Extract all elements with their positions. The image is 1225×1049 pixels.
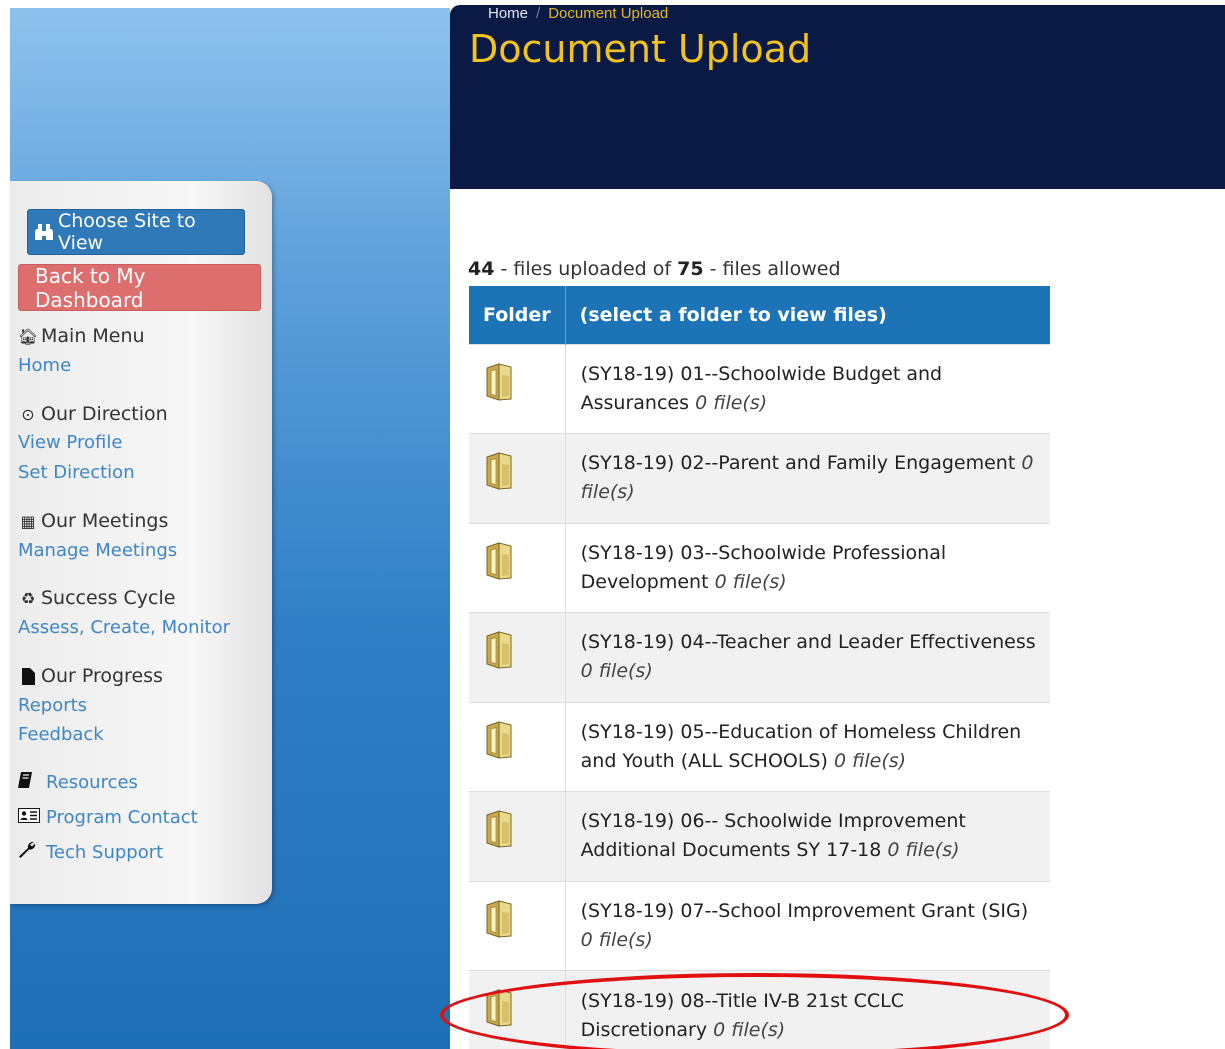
breadcrumb-separator: / — [536, 5, 541, 22]
folder-name-cell[interactable]: (SY18-19) 05--Education of Homeless Chil… — [565, 701, 1050, 792]
choose-site-label: Choose Site to View — [58, 210, 196, 254]
sidebar-link-assess-create-monitor[interactable]: Assess, Create, Monitor — [18, 617, 230, 638]
files-allowed-count: 75 — [677, 258, 704, 280]
home-icon: 🏠︎ — [17, 326, 39, 346]
table-row[interactable]: (SY18-19) 05--Education of Homeless Chil… — [469, 701, 1050, 792]
sidebar-link-program-contact[interactable]: Program Contact — [18, 807, 198, 828]
folder-name-cell[interactable]: (SY18-19) 07--School Improvement Grant (… — [565, 880, 1050, 971]
table-header-row: Folder (select a folder to view files) — [469, 286, 1050, 344]
folder-icon[interactable] — [485, 541, 565, 580]
section-title: Our Progress — [41, 665, 163, 687]
folder-name[interactable]: (SY18-19) 05--Education of Homeless Chil… — [581, 721, 1022, 772]
table-row[interactable]: (SY18-19) 07--School Improvement Grant (… — [469, 880, 1050, 971]
folder-file-count: 0 file(s) — [833, 749, 907, 772]
table-row[interactable]: (SY18-19) 04--Teacher and Leader Effecti… — [469, 612, 1050, 702]
section-title: Main Menu — [41, 325, 145, 347]
recycle-icon: ♻ — [20, 588, 36, 608]
folder-file-count: 0 file(s) — [580, 660, 653, 683]
column-header-folder: Folder — [469, 286, 566, 344]
wrench-icon — [18, 840, 46, 862]
folder-file-count: 0 file(s) — [695, 391, 768, 414]
folder-cell[interactable] — [469, 612, 566, 702]
files-allowed-text: - files allowed — [703, 258, 841, 280]
folder-name-cell[interactable]: (SY18-19) 01--Schoolwide Budget and Assu… — [565, 343, 1050, 434]
folder-icon[interactable] — [485, 631, 565, 669]
compass-icon: ⊙ — [21, 404, 35, 424]
folder-file-count: 0 file(s) — [887, 839, 960, 862]
folder-cell[interactable] — [469, 791, 566, 881]
section-title: Our Direction — [41, 403, 168, 425]
table-row[interactable]: (SY18-19) 03--Schoolwide Professional De… — [469, 522, 1050, 613]
sidebar-link-reports[interactable]: Reports — [18, 695, 87, 716]
folder-name[interactable]: (SY18-19) 04--Teacher and Leader Effecti… — [581, 631, 1036, 653]
files-uploaded-count: 44 — [468, 258, 495, 280]
folder-name[interactable]: (SY18-19) 07--School Improvement Grant (… — [581, 900, 1029, 922]
folder-cell[interactable] — [469, 343, 566, 434]
contact-card-icon — [18, 808, 46, 827]
section-our-direction: ⊙ Our Direction — [18, 403, 168, 425]
folder-file-count: 0 file(s) — [713, 1018, 786, 1041]
table-body: (SY18-19) 01--Schoolwide Budget and Assu… — [469, 343, 1050, 1049]
sidebar-link-set-direction[interactable]: Set Direction — [18, 462, 135, 483]
folder-icon[interactable] — [485, 720, 565, 759]
folder-file-count: 0 file(s) — [580, 928, 653, 951]
table-row[interactable]: (SY18-19) 02--Parent and Family Engageme… — [469, 433, 1050, 523]
sidebar: Choose Site to View Back to My Dashboard… — [10, 181, 272, 904]
folder-icon[interactable] — [485, 989, 565, 1027]
section-our-progress: Our Progress — [18, 665, 163, 687]
section-main-menu: 🏠︎ Main Menu — [18, 325, 145, 347]
calendar-icon: ▦ — [20, 511, 36, 531]
file-count-summary: 44 - files uploaded of 75 - files allowe… — [468, 258, 841, 280]
column-header-select: (select a folder to view files) — [565, 286, 1050, 344]
breadcrumb-home[interactable]: Home — [488, 5, 528, 22]
files-uploaded-text: - files uploaded of — [494, 258, 678, 280]
page-margin — [0, 0, 10, 1049]
table-row[interactable]: (SY18-19) 08--Title IV-B 21st CCLC Discr… — [469, 970, 1050, 1049]
book-icon — [18, 772, 46, 792]
folders-table: Folder (select a folder to view files) (… — [469, 286, 1050, 1049]
folder-name-cell[interactable]: (SY18-19) 08--Title IV-B 21st CCLC Discr… — [565, 970, 1050, 1049]
folder-name-cell[interactable]: (SY18-19) 06-- Schoolwide Improvement Ad… — [565, 791, 1050, 881]
section-title: Our Meetings — [41, 510, 169, 532]
folder-name-cell[interactable]: (SY18-19) 02--Parent and Family Engageme… — [565, 433, 1050, 523]
folder-icon[interactable] — [485, 452, 565, 490]
folder-file-count: 0 file(s) — [714, 570, 787, 593]
sidebar-link-manage-meetings[interactable]: Manage Meetings — [18, 540, 177, 561]
resources-label: Resources — [46, 772, 138, 793]
breadcrumb: Home / Document Upload — [488, 5, 668, 22]
folder-cell[interactable] — [469, 970, 566, 1049]
section-success-cycle: ♻ Success Cycle — [18, 587, 176, 609]
sidebar-link-view-profile[interactable]: View Profile — [18, 432, 122, 453]
section-title: Success Cycle — [41, 587, 176, 609]
folder-cell[interactable] — [469, 880, 566, 971]
choose-site-button[interactable]: Choose Site to View — [27, 209, 245, 255]
sidebar-link-feedback[interactable]: Feedback — [18, 724, 104, 745]
binoculars-icon — [34, 223, 54, 241]
sidebar-link-tech-support[interactable]: Tech Support — [18, 840, 163, 863]
folder-icon[interactable] — [485, 810, 565, 848]
table-row[interactable]: (SY18-19) 06-- Schoolwide Improvement Ad… — [469, 791, 1050, 881]
page-title: Document Upload — [469, 27, 812, 71]
sidebar-link-resources[interactable]: Resources — [18, 772, 138, 793]
page-header: Home / Document Upload Document Upload — [450, 5, 1225, 189]
table-row[interactable]: (SY18-19) 01--Schoolwide Budget and Assu… — [469, 343, 1050, 434]
folder-name[interactable]: (SY18-19) 02--Parent and Family Engageme… — [581, 452, 1016, 474]
file-icon — [18, 667, 38, 685]
breadcrumb-current: Document Upload — [548, 5, 669, 22]
back-to-dashboard-button[interactable]: Back to My Dashboard — [18, 264, 261, 312]
folder-cell[interactable] — [469, 701, 566, 792]
section-our-meetings: ▦ Our Meetings — [18, 510, 168, 532]
tech-support-label: Tech Support — [46, 842, 164, 863]
folder-cell[interactable] — [469, 522, 566, 613]
folder-icon[interactable] — [485, 899, 565, 938]
sidebar-link-home[interactable]: Home — [18, 355, 71, 376]
folder-name-cell[interactable]: (SY18-19) 04--Teacher and Leader Effecti… — [565, 612, 1050, 702]
folder-icon[interactable] — [485, 362, 565, 401]
folder-name-cell[interactable]: (SY18-19) 03--Schoolwide Professional De… — [565, 522, 1050, 613]
program-contact-label: Program Contact — [46, 807, 198, 828]
folder-cell[interactable] — [469, 433, 566, 523]
